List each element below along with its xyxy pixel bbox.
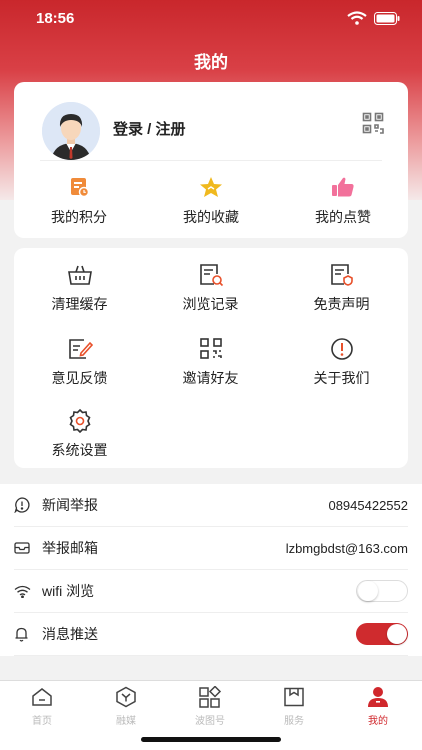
news-report-row[interactable]: 新闻举报 08945422552 <box>14 484 408 527</box>
mail-icon <box>14 541 42 555</box>
feedback-button[interactable]: 意见反馈 <box>14 336 145 388</box>
points-icon <box>14 174 144 200</box>
divider <box>40 160 382 161</box>
tab-media-label: 融媒 <box>116 716 136 727</box>
my-likes-label: 我的点赞 <box>315 209 371 225</box>
wifi-browse-toggle[interactable] <box>356 580 408 602</box>
feedback-icon <box>14 336 145 362</box>
info-icon <box>276 336 407 362</box>
settings-list: 新闻举报 08945422552 举报邮箱 lzbmgbdst@163.com … <box>0 484 422 656</box>
wifi-browse-label: wifi 浏览 <box>42 583 95 599</box>
report-email-row[interactable]: 举报邮箱 lzbmgbdst@163.com <box>14 527 408 570</box>
invite-friends-label: 邀请好友 <box>182 370 239 386</box>
user-icon <box>336 686 420 708</box>
tab-bo-tu-hao[interactable]: 波图号 <box>168 686 252 727</box>
avatar[interactable] <box>42 102 100 160</box>
wifi-status-icon <box>347 11 367 29</box>
thumbs-up-icon <box>278 174 408 200</box>
star-icon <box>146 174 276 200</box>
home-indicator <box>141 737 281 742</box>
tab-mine-label: 我的 <box>368 716 388 727</box>
push-notification-row: 消息推送 <box>14 613 408 656</box>
news-report-label: 新闻举报 <box>42 497 98 513</box>
wifi-browse-row: wifi 浏览 <box>14 570 408 613</box>
gear-icon <box>14 408 145 434</box>
my-likes-button[interactable]: 我的点赞 <box>278 174 408 227</box>
my-points-button[interactable]: 我的积分 <box>14 174 144 227</box>
home-icon <box>0 686 84 708</box>
report-email-label: 举报邮箱 <box>42 540 98 556</box>
invite-friends-button[interactable]: 邀请好友 <box>145 336 276 388</box>
qr-invite-icon <box>145 336 276 362</box>
tab-service[interactable]: 服务 <box>252 686 336 727</box>
disclaimer-button[interactable]: 免责声明 <box>276 262 407 314</box>
about-us-label: 关于我们 <box>313 370 370 386</box>
report-email-address[interactable]: lzbmgbdst@163.com <box>286 541 408 556</box>
tools-card: 清理缓存 浏览记录 免责声明 意见反馈 邀请好友 关于我们 系统设置 <box>14 248 408 468</box>
tab-home-label: 首页 <box>32 716 52 727</box>
login-register-link[interactable]: 登录 / 注册 <box>113 118 186 139</box>
status-time: 18:56 <box>36 10 75 27</box>
feedback-label: 意见反馈 <box>51 370 108 386</box>
media-icon <box>84 686 168 708</box>
tab-home[interactable]: 首页 <box>0 686 84 727</box>
browse-history-label: 浏览记录 <box>182 296 239 312</box>
basket-icon <box>14 262 145 288</box>
my-favorites-button[interactable]: 我的收藏 <box>146 174 276 227</box>
disclaimer-icon <box>276 262 407 288</box>
bell-icon <box>14 626 42 642</box>
about-us-button[interactable]: 关于我们 <box>276 336 407 388</box>
news-report-phone[interactable]: 08945422552 <box>328 498 408 513</box>
status-bar: 18:56 <box>0 0 422 38</box>
toggle-knob <box>358 581 378 601</box>
disclaimer-label: 免责声明 <box>313 296 370 312</box>
browse-history-button[interactable]: 浏览记录 <box>145 262 276 314</box>
tab-media[interactable]: 融媒 <box>84 686 168 727</box>
tab-bo-tu-hao-label: 波图号 <box>195 716 225 727</box>
report-phone-icon <box>14 497 42 513</box>
page-title: 我的 <box>194 53 228 72</box>
system-settings-label: 系统设置 <box>51 442 108 458</box>
qr-code-icon[interactable] <box>362 112 384 139</box>
history-icon <box>145 262 276 288</box>
clear-cache-button[interactable]: 清理缓存 <box>14 262 145 314</box>
system-settings-button[interactable]: 系统设置 <box>14 408 145 460</box>
my-points-label: 我的积分 <box>51 209 107 225</box>
clear-cache-label: 清理缓存 <box>51 296 108 312</box>
bookmark-icon <box>252 686 336 708</box>
my-favorites-label: 我的收藏 <box>183 209 239 225</box>
push-notification-toggle[interactable] <box>356 623 408 645</box>
tab-mine[interactable]: 我的 <box>336 686 420 727</box>
battery-icon <box>374 12 400 29</box>
push-notification-label: 消息推送 <box>42 626 98 642</box>
wifi-icon <box>14 585 42 598</box>
toggle-knob <box>387 624 407 644</box>
tab-service-label: 服务 <box>284 716 304 727</box>
profile-card: 登录 / 注册 我的积分 我的收藏 我的点赞 <box>14 82 408 238</box>
apps-icon <box>168 686 252 708</box>
